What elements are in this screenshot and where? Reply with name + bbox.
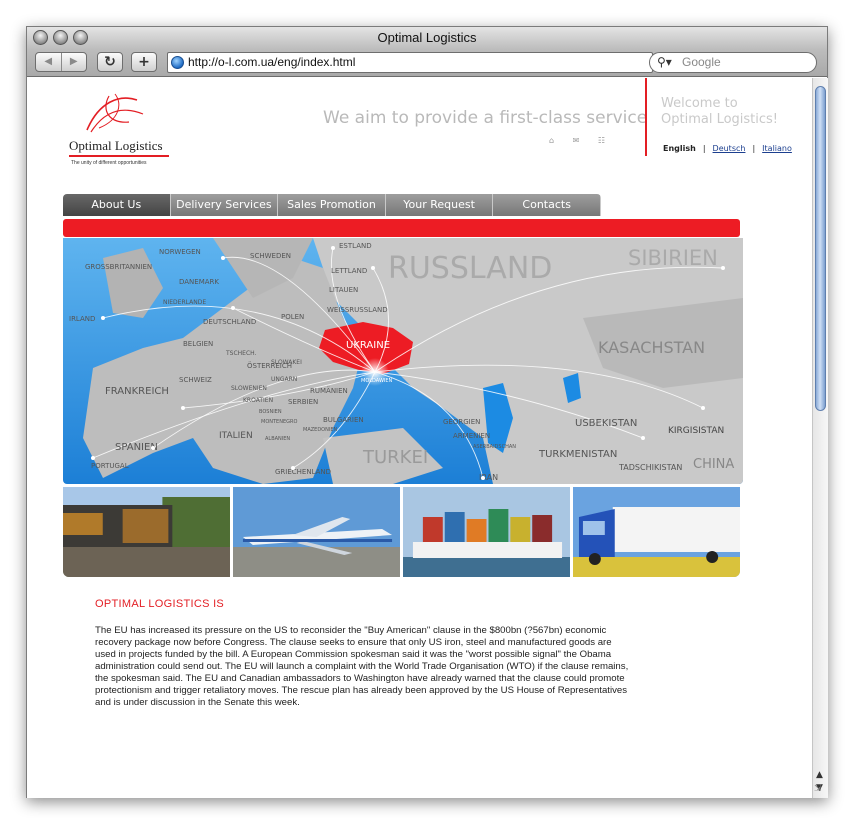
label-grossbritannien: GROSSBRITANNIEN [85, 263, 152, 271]
title-bar: Optimal Logistics ◀ ▶ ↻ + http://o-l.com… [27, 27, 827, 77]
label-montenegro: MONTENEGRO [261, 419, 297, 425]
search-placeholder: Google [682, 55, 721, 69]
label-bosnien: BOSNIEN [259, 409, 282, 415]
label-portugal: PORTUGAL [91, 462, 129, 470]
label-kroatien: KROATIEN [243, 397, 273, 404]
header-slogan: We aim to provide a first-class service [323, 108, 648, 128]
forward-button[interactable]: ▶ [62, 53, 87, 71]
reload-button[interactable]: ↻ [97, 52, 123, 72]
label-norwegen: NORWEGEN [159, 248, 201, 256]
body-text: The EU has increased its pressure on the… [95, 625, 629, 708]
nav-delivery-services[interactable]: Delivery Services [170, 194, 279, 216]
label-serbien: SERBIEN [288, 398, 318, 406]
airplane-photo [233, 487, 400, 577]
label-turkei: TURKEI [362, 447, 428, 468]
accent-bar [63, 219, 740, 237]
address-bar[interactable]: http://o-l.com.ua/eng/index.html [167, 52, 653, 73]
label-niederlande: NIEDERLANDE [163, 299, 206, 306]
lang-italiano[interactable]: Italiano [762, 144, 792, 153]
resize-grip-icon[interactable]: ⇲ [814, 784, 826, 796]
photo-strip [63, 487, 740, 577]
magnifier-icon[interactable]: ⚲▾ [657, 55, 672, 69]
logo-tagline: The unity of different opportunities [71, 160, 147, 166]
main-nav: About Us Delivery Services Sales Promoti… [63, 194, 601, 216]
nav-contacts[interactable]: Contacts [493, 194, 601, 216]
history-navigation: ◀ ▶ [35, 52, 87, 72]
label-osterreich: ÖSTERREICH [247, 361, 292, 370]
mail-icon[interactable]: ✉ [573, 136, 580, 145]
label-danemark: DANEMARK [179, 278, 219, 286]
header-divider [645, 78, 647, 156]
header-icons: ⌂ ✉ ☷ [549, 136, 621, 145]
label-ungarn: UNGARN [271, 376, 297, 383]
globe-icon [171, 56, 184, 69]
browser-window: Optimal Logistics ◀ ▶ ↻ + http://o-l.com… [26, 26, 828, 798]
logo-underline [69, 155, 169, 157]
label-italien: ITALIEN [219, 431, 253, 441]
logo-name[interactable]: Optimal Logistics [69, 138, 163, 154]
label-polen: POLEN [281, 313, 304, 321]
label-bulgarien: BULGARIEN [323, 416, 364, 424]
label-moldawien: MOLDAWIEN [361, 378, 393, 384]
welcome-line-2: Optimal Logistics! [661, 112, 779, 127]
nav-your-request[interactable]: Your Request [385, 194, 494, 216]
label-litauen: LITAUEN [329, 286, 358, 294]
label-frankreich: FRANKREICH [105, 386, 169, 397]
nav-about-us[interactable]: About Us [63, 194, 171, 216]
label-aserbaidschan: ASERBAIDSCHAN [473, 444, 516, 450]
label-lettland: LETTLAND [331, 267, 367, 275]
label-sibirien: SIBIRIEN [628, 246, 718, 270]
label-usbekistan: USBEKISTAN [575, 418, 637, 429]
window-title: Optimal Logistics [377, 30, 477, 45]
section-title: OPTIMAL LOGISTICS IS [95, 598, 225, 610]
logo-swoosh-icon [86, 93, 144, 133]
lang-deutsch[interactable]: Deutsch [713, 144, 746, 153]
label-kasachstan: KASACHSTAN [598, 338, 705, 357]
lang-separator: | [702, 144, 706, 153]
search-field[interactable]: ⚲▾ Google [649, 52, 817, 73]
label-tadschikistan: TADSCHIKISTAN [618, 463, 682, 472]
page-viewport: Optimal Logistics The unity of different… [27, 78, 812, 798]
url-text[interactable]: http://o-l.com.ua/eng/index.html [188, 55, 355, 69]
label-estland: ESTLAND [339, 242, 372, 250]
route-map: RUSSLAND SIBIRIEN KASACHSTAN UKRAINE TUR… [63, 238, 743, 484]
label-albanien: ALBANIEN [265, 436, 290, 442]
label-slowenien: SLOWENIEN [231, 385, 267, 392]
truck-photo [573, 487, 740, 577]
train-photo [63, 487, 230, 577]
scroll-thumb[interactable] [815, 86, 826, 411]
label-rumanien: RUMÄNIEN [310, 386, 348, 395]
label-russland: RUSSLAND [388, 251, 552, 286]
nav-sales-promotion[interactable]: Sales Promotion [278, 194, 386, 216]
label-griechenland: GRIECHENLAND [275, 468, 331, 476]
label-deutschland: DEUTSCHLAND [203, 318, 256, 326]
label-georgien: GEORGIEN [443, 418, 480, 426]
lang-english[interactable]: English [663, 144, 696, 153]
label-schweiz: SCHWEIZ [179, 376, 212, 384]
lang-separator: | [752, 144, 756, 153]
home-icon[interactable]: ⌂ [549, 136, 554, 145]
label-weissrussland: WEISSRUSSLAND [327, 306, 388, 314]
label-armenien: ARMENIEN [453, 432, 490, 440]
welcome-line-1: Welcome to [661, 96, 738, 111]
label-china: CHINA [693, 457, 734, 472]
label-schweden: SCHWEDEN [250, 252, 291, 260]
label-ukraine: UKRAINE [346, 340, 390, 351]
ship-photo [403, 487, 570, 577]
label-belgien: BELGIEN [183, 340, 213, 348]
vertical-scrollbar[interactable]: ▲ ▼ [812, 78, 828, 798]
label-mazedonien: MAZEDONIEN [303, 427, 337, 433]
back-button[interactable]: ◀ [36, 53, 62, 71]
label-turkmenistan: TURKMENISTAN [538, 449, 617, 460]
add-bookmark-button[interactable]: + [131, 52, 157, 72]
label-kirgisistan: KIRGISISTAN [668, 426, 724, 436]
label-irland: IRLAND [69, 315, 95, 323]
welcome-text: Welcome to Optimal Logistics! [661, 96, 778, 128]
label-tschech: TSCHECH. [225, 350, 257, 357]
sitemap-icon[interactable]: ☷ [598, 136, 605, 145]
scroll-up-arrow[interactable]: ▲ [816, 770, 823, 780]
language-switcher: English | Deutsch | Italiano [663, 144, 792, 153]
